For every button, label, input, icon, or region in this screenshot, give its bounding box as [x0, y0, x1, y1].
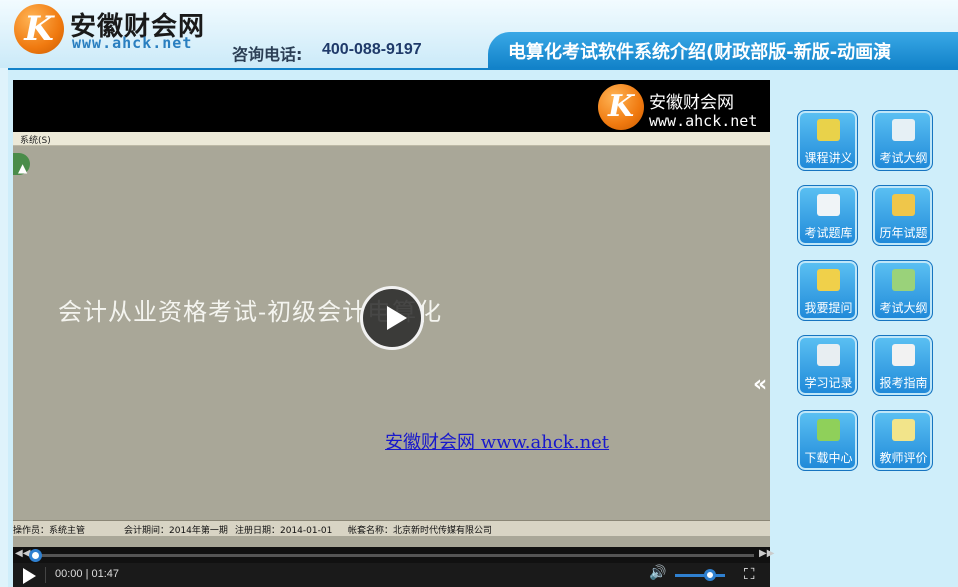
- site-domain: www.ahck.net: [72, 34, 193, 52]
- side-button-8[interactable]: 报考指南: [872, 335, 933, 396]
- side-button-label: 我要提问: [804, 301, 853, 315]
- time-display: 00:00 | 01:47: [55, 568, 120, 580]
- calendar-icon: [817, 194, 840, 216]
- progress-track[interactable]: [31, 554, 754, 557]
- side-button-label: 课程讲义: [804, 151, 853, 165]
- side-button-label: 考试大纲: [879, 301, 928, 315]
- side-button-label: 学习记录: [804, 376, 853, 390]
- clipboard-chart-icon: [892, 344, 915, 366]
- hotline-label: 咨询电话:: [232, 45, 303, 64]
- side-button-7[interactable]: 学习记录: [797, 335, 858, 396]
- notebook-check-icon: [817, 119, 840, 141]
- video-frame[interactable]: 系统(S) ▲ 会计从业资格考试-初级会计电算化 安徽财会网 www.ahck.…: [13, 132, 770, 587]
- control-bar: 00:00 | 01:47 🔊 ⛶: [13, 563, 770, 587]
- spreadsheet-icon: [817, 344, 840, 366]
- folder-chart-icon: [892, 194, 915, 216]
- side-button-label: 报考指南: [879, 376, 928, 390]
- status-period: 会计期间：2014年第一期: [124, 526, 228, 536]
- database-icon: [817, 419, 840, 441]
- system-menu: 系统(S): [20, 136, 51, 146]
- collapse-panel-icon[interactable]: «: [753, 372, 767, 397]
- big-play-button[interactable]: [360, 286, 424, 350]
- video-watermark-area: K 安徽财会网 www.ahck.net: [13, 80, 770, 132]
- play-icon[interactable]: [23, 568, 36, 584]
- side-button-label: 教师评价: [879, 451, 928, 465]
- status-login-date: 注册日期：2014-01-01: [235, 526, 333, 536]
- side-button-label: 考试题库: [804, 226, 853, 240]
- side-button-label: 考试大纲: [879, 151, 928, 165]
- side-button-1[interactable]: 课程讲义: [797, 110, 858, 171]
- video-player[interactable]: K 安徽财会网 www.ahck.net 系统(S) ▲ 会计从业资格考试-初级…: [13, 80, 774, 587]
- watermark-brand: 安徽财会网: [649, 93, 734, 113]
- app-menubar: 系统(S): [13, 132, 770, 146]
- course-title: 电算化考试软件系统介绍(财政部版-新版-动画演: [508, 42, 892, 63]
- hotline-number: 400-088-9197: [322, 41, 422, 58]
- side-button-6[interactable]: 考试大纲: [872, 260, 933, 321]
- progress-bar[interactable]: ◀◀ ▶▶: [13, 547, 774, 563]
- help-bulb-icon: [817, 269, 840, 291]
- side-button-4[interactable]: 历年试题: [872, 185, 933, 246]
- site-header: K 安徽财会网 www.ahck.net 咨询电话: 400-088-9197 …: [0, 0, 958, 68]
- side-button-5[interactable]: 我要提问: [797, 260, 858, 321]
- control-separator: [45, 567, 46, 583]
- course-title-bar: 电算化考试软件系统介绍(财政部版-新版-动画演: [488, 32, 958, 68]
- status-account: 帐套名称：北京新时代传媒有限公司: [348, 526, 493, 536]
- seek-forward-icon[interactable]: ▶▶: [759, 548, 774, 559]
- progress-knob[interactable]: [29, 549, 42, 562]
- side-button-9[interactable]: 下载中心: [797, 410, 858, 471]
- watermark-logo-icon: K: [598, 84, 644, 130]
- mouse-cursor-icon: ▲: [18, 161, 28, 175]
- side-button-2[interactable]: 考试大纲: [872, 110, 933, 171]
- status-operator: 操作员：系统主管: [13, 526, 86, 536]
- fullscreen-icon[interactable]: ⛶: [744, 565, 755, 583]
- site-link-caption: 安徽财会网 www.ahck.net: [385, 432, 610, 453]
- side-button-3[interactable]: 考试题库: [797, 185, 858, 246]
- volume-slider[interactable]: [675, 574, 725, 577]
- volume-icon[interactable]: 🔊: [649, 565, 666, 581]
- document-list-icon: [892, 269, 915, 291]
- side-button-10[interactable]: 教师评价: [872, 410, 933, 471]
- side-button-label: 下载中心: [804, 451, 853, 465]
- volume-knob[interactable]: [704, 569, 716, 581]
- chat-bubbles-icon: [892, 419, 915, 441]
- app-statusbar: 操作员：系统主管 会计期间：2014年第一期 注册日期：2014-01-01 帐…: [13, 520, 770, 536]
- side-button-label: 历年试题: [879, 226, 928, 240]
- watermark-logo-mark: K: [607, 89, 635, 124]
- watermark-domain: www.ahck.net: [649, 112, 758, 130]
- logo-mark: K: [24, 9, 54, 49]
- document-pen-icon: [892, 119, 915, 141]
- site-logo-icon[interactable]: K: [14, 4, 64, 54]
